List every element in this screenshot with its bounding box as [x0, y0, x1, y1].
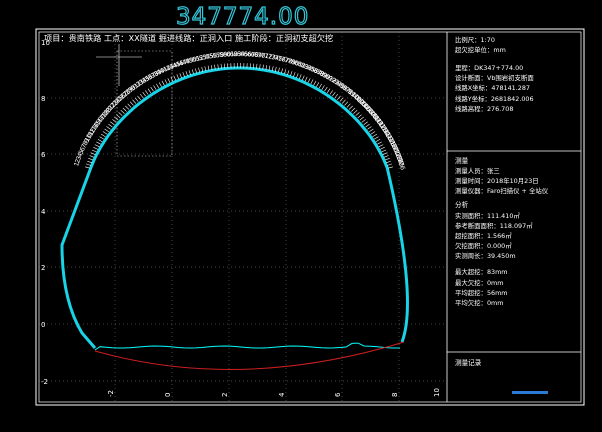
x-axis-label: -2	[107, 390, 115, 397]
under-area: 欠挖面积：0.000㎡	[455, 241, 512, 250]
max-over: 最大超挖：83mm	[455, 267, 508, 276]
x-axis-label: 2	[221, 393, 229, 397]
max-under: 最大欠挖：0mm	[455, 278, 503, 287]
x-axis-label: 10	[433, 388, 441, 397]
station-display: 347774.00	[176, 4, 309, 30]
cad-drawing-canvas[interactable]: 347774.00 项目：贵南铁路 工点：XX隧道 掘进线路：正洞入口 施工阶段…	[0, 0, 602, 432]
record-bar	[512, 391, 548, 394]
y-axis-label: 4	[41, 208, 46, 216]
x-coord-text: 线路X坐标：478141.287	[455, 83, 530, 92]
x-axis-label: 4	[278, 392, 286, 397]
analysis-title: 分析	[455, 200, 469, 209]
x-axis-label: 8	[391, 393, 399, 397]
scale-text: 比例尺：1:70	[455, 35, 495, 44]
y-axis-label: 0	[41, 321, 45, 329]
measure-title: 测量	[455, 157, 469, 165]
elevation-text: 线路高程：276.708	[455, 104, 513, 113]
perimeter: 实测周长：39.450m	[455, 251, 516, 260]
x-axis-label: 0	[164, 393, 172, 397]
measure-person: 测量人员：张三	[455, 166, 500, 175]
y-axis-label: 2	[41, 264, 45, 272]
y-axis-label: -2	[41, 378, 48, 386]
y-axis-label: 10	[41, 39, 50, 47]
header-line: 项目：贵南铁路 工点：XX隧道 掘进线路：正洞入口 施工阶段：正洞初支超欠挖	[44, 33, 333, 43]
avg-over: 平均超挖：56mm	[455, 288, 508, 297]
design-section-text: 设计断面：Vb围岩初支断面	[455, 73, 534, 82]
avg-under: 平均欠挖：0mm	[455, 298, 503, 307]
measure-time: 测量时间：2018年10月23日	[455, 176, 539, 185]
y-coord-text: 线路Y坐标：2681842.006	[455, 94, 534, 103]
over-area: 超挖面积：1.566㎡	[455, 231, 512, 240]
y-axis-label: 6	[41, 151, 46, 159]
reference-area: 参考断面面积：118.097㎡	[455, 221, 533, 230]
unit-text: 超欠挖单位：mm	[455, 45, 506, 54]
x-axis-label: 6	[334, 392, 342, 397]
measure-instrument: 测量仪器：Faro扫描仪 + 全站仪	[455, 186, 549, 195]
record-title: 测量记录	[455, 359, 482, 367]
y-axis-label: 8	[41, 95, 45, 103]
mileage-text: 里程：DK347+774.00	[455, 63, 523, 72]
measured-area: 实测面积：111.410㎡	[455, 211, 520, 220]
